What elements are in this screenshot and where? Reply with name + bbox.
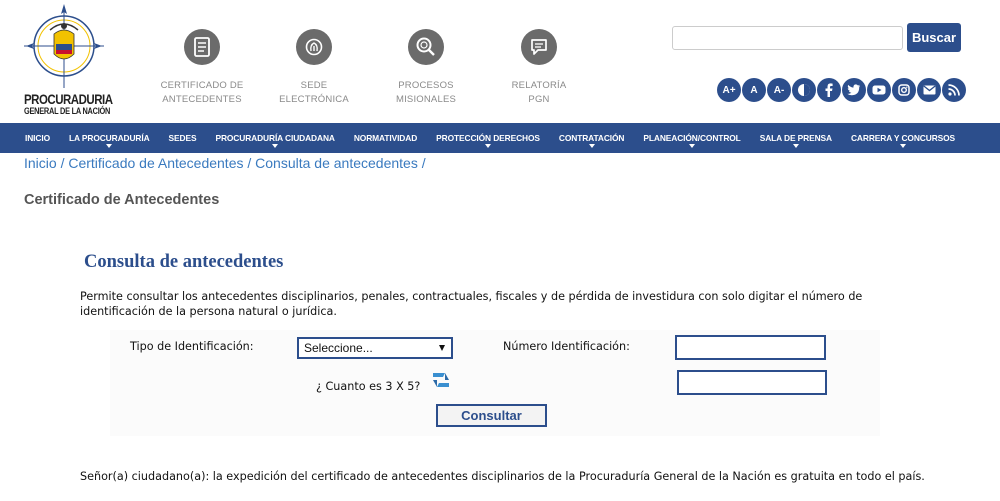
top-link-label: MISIONALES [395, 94, 457, 105]
nav-item-6[interactable]: PROTECCIÓN DERECHOS [436, 133, 540, 148]
top-link-sede[interactable]: SEDE ELECTRÓNICA [259, 29, 369, 107]
font-increase-button[interactable]: A+ [717, 78, 741, 102]
nav-item-label: CARRERA Y CONCURSOS [850, 133, 956, 143]
search-input[interactable] [672, 26, 903, 50]
nav-item-label: LA PROCURADURÍA [69, 133, 150, 143]
captcha-question: ¿ Cuanto es 3 X 5? [316, 380, 421, 393]
nav-item-2[interactable]: LA PROCURADURÍA [69, 133, 150, 148]
contrast-icon[interactable] [792, 78, 816, 102]
search-doc-icon [408, 29, 444, 65]
id-type-select[interactable]: Seleccione... [297, 337, 453, 359]
description-text: Permite consultar los antecedentes disci… [80, 290, 863, 318]
top-link-label: SEDE [300, 80, 328, 91]
id-number-field[interactable] [675, 335, 826, 360]
search-button[interactable]: Buscar [907, 23, 961, 52]
id-type-label: Tipo de Identificación: [130, 340, 254, 353]
top-link-label: ELECTRÓNICA [279, 94, 349, 105]
chevron-down-icon [439, 345, 445, 351]
caret-down-icon [106, 144, 113, 148]
nav-item-label: SEDES [168, 133, 197, 143]
email-icon[interactable] [917, 78, 941, 102]
nav-item-1[interactable]: INICIO [25, 133, 50, 143]
top-link-label: CERTIFICADO DE [160, 80, 244, 91]
section-title: Consulta de antecedentes [84, 252, 284, 272]
caret-down-icon [588, 144, 595, 148]
nav-item-label: INICIO [25, 133, 50, 143]
font-decrease-button[interactable]: A- [767, 78, 791, 102]
caret-down-icon [485, 144, 492, 148]
nav-item-label: PROCURADURÍA CIUDADANA [215, 133, 335, 143]
caret-down-icon [689, 144, 696, 148]
certificate-icon [184, 29, 220, 65]
twitter-icon[interactable] [842, 78, 866, 102]
caret-down-icon [792, 144, 799, 148]
top-link-certificado[interactable]: CERTIFICADO DE ANTECEDENTES [147, 29, 257, 107]
nav-item-label: NORMATIVIDAD [353, 133, 418, 143]
nav-item-label: PROTECCIÓN DERECHOS [436, 133, 540, 143]
main-nav: INICIO LA PROCURADURÍA SEDES PROCURADURÍA C… [0, 123, 1000, 153]
consultar-button[interactable]: Consultar [436, 404, 547, 427]
logo-title: PROCURADURIA [24, 91, 113, 107]
top-link-relatoria[interactable]: RELATORÍA PGN [484, 29, 594, 107]
footer-note: Señor(a) ciudadano(a): la expedición del… [80, 470, 925, 483]
id-type-selected-value: Seleccione... [304, 341, 373, 355]
nav-item-3[interactable]: SEDES [169, 133, 197, 143]
caret-down-icon [272, 144, 279, 148]
top-link-label: PGN [528, 94, 550, 105]
fingerprint-icon [296, 29, 332, 65]
rss-icon[interactable] [942, 78, 966, 102]
youtube-icon[interactable] [867, 78, 891, 102]
nav-item-8[interactable]: PLANEACIÓN/CONTROL [643, 133, 741, 148]
nav-item-9[interactable]: SALA DE PRENSA [759, 133, 832, 148]
top-link-label: RELATORÍA [511, 80, 567, 91]
breadcrumb-link-inicio[interactable]: Inicio [24, 155, 57, 171]
tools-bar: A+ A A- [717, 78, 966, 102]
page-title: Certificado de Antecedentes [24, 192, 220, 208]
breadcrumb: Inicio / Certificado de Antecedentes / C… [24, 155, 426, 171]
captcha-answer-field[interactable] [677, 370, 827, 395]
nav-item-5[interactable]: NORMATIVIDAD [354, 133, 417, 143]
nav-item-label: CONTRATACIÓN [558, 133, 625, 143]
nav-item-label: SALA DE PRENSA [759, 133, 832, 143]
breadcrumb-link-consulta[interactable]: Consulta de antecedentes [255, 155, 418, 171]
logo-subtitle: GENERAL DE LA NACIÓN [24, 106, 111, 116]
facebook-icon[interactable] [817, 78, 841, 102]
nav-item-10[interactable]: CARRERA Y CONCURSOS [850, 133, 956, 148]
top-link-procesos[interactable]: PROCESOS MISIONALES [371, 29, 481, 107]
top-link-label: PROCESOS [398, 80, 454, 91]
id-number-label: Número Identificación: [503, 340, 630, 353]
top-link-label: ANTECEDENTES [162, 94, 242, 105]
refresh-icon[interactable] [430, 369, 452, 391]
nav-item-7[interactable]: CONTRATACIÓN [558, 133, 625, 148]
instagram-icon[interactable] [892, 78, 916, 102]
font-reset-button[interactable]: A [742, 78, 766, 102]
breadcrumb-link-certificado[interactable]: Certificado de Antecedentes [68, 155, 243, 171]
chat-icon [521, 29, 557, 65]
nav-item-4[interactable]: PROCURADURÍA CIUDADANA [215, 133, 335, 148]
nav-item-label: PLANEACIÓN/CONTROL [643, 133, 741, 143]
caret-down-icon [900, 144, 906, 148]
